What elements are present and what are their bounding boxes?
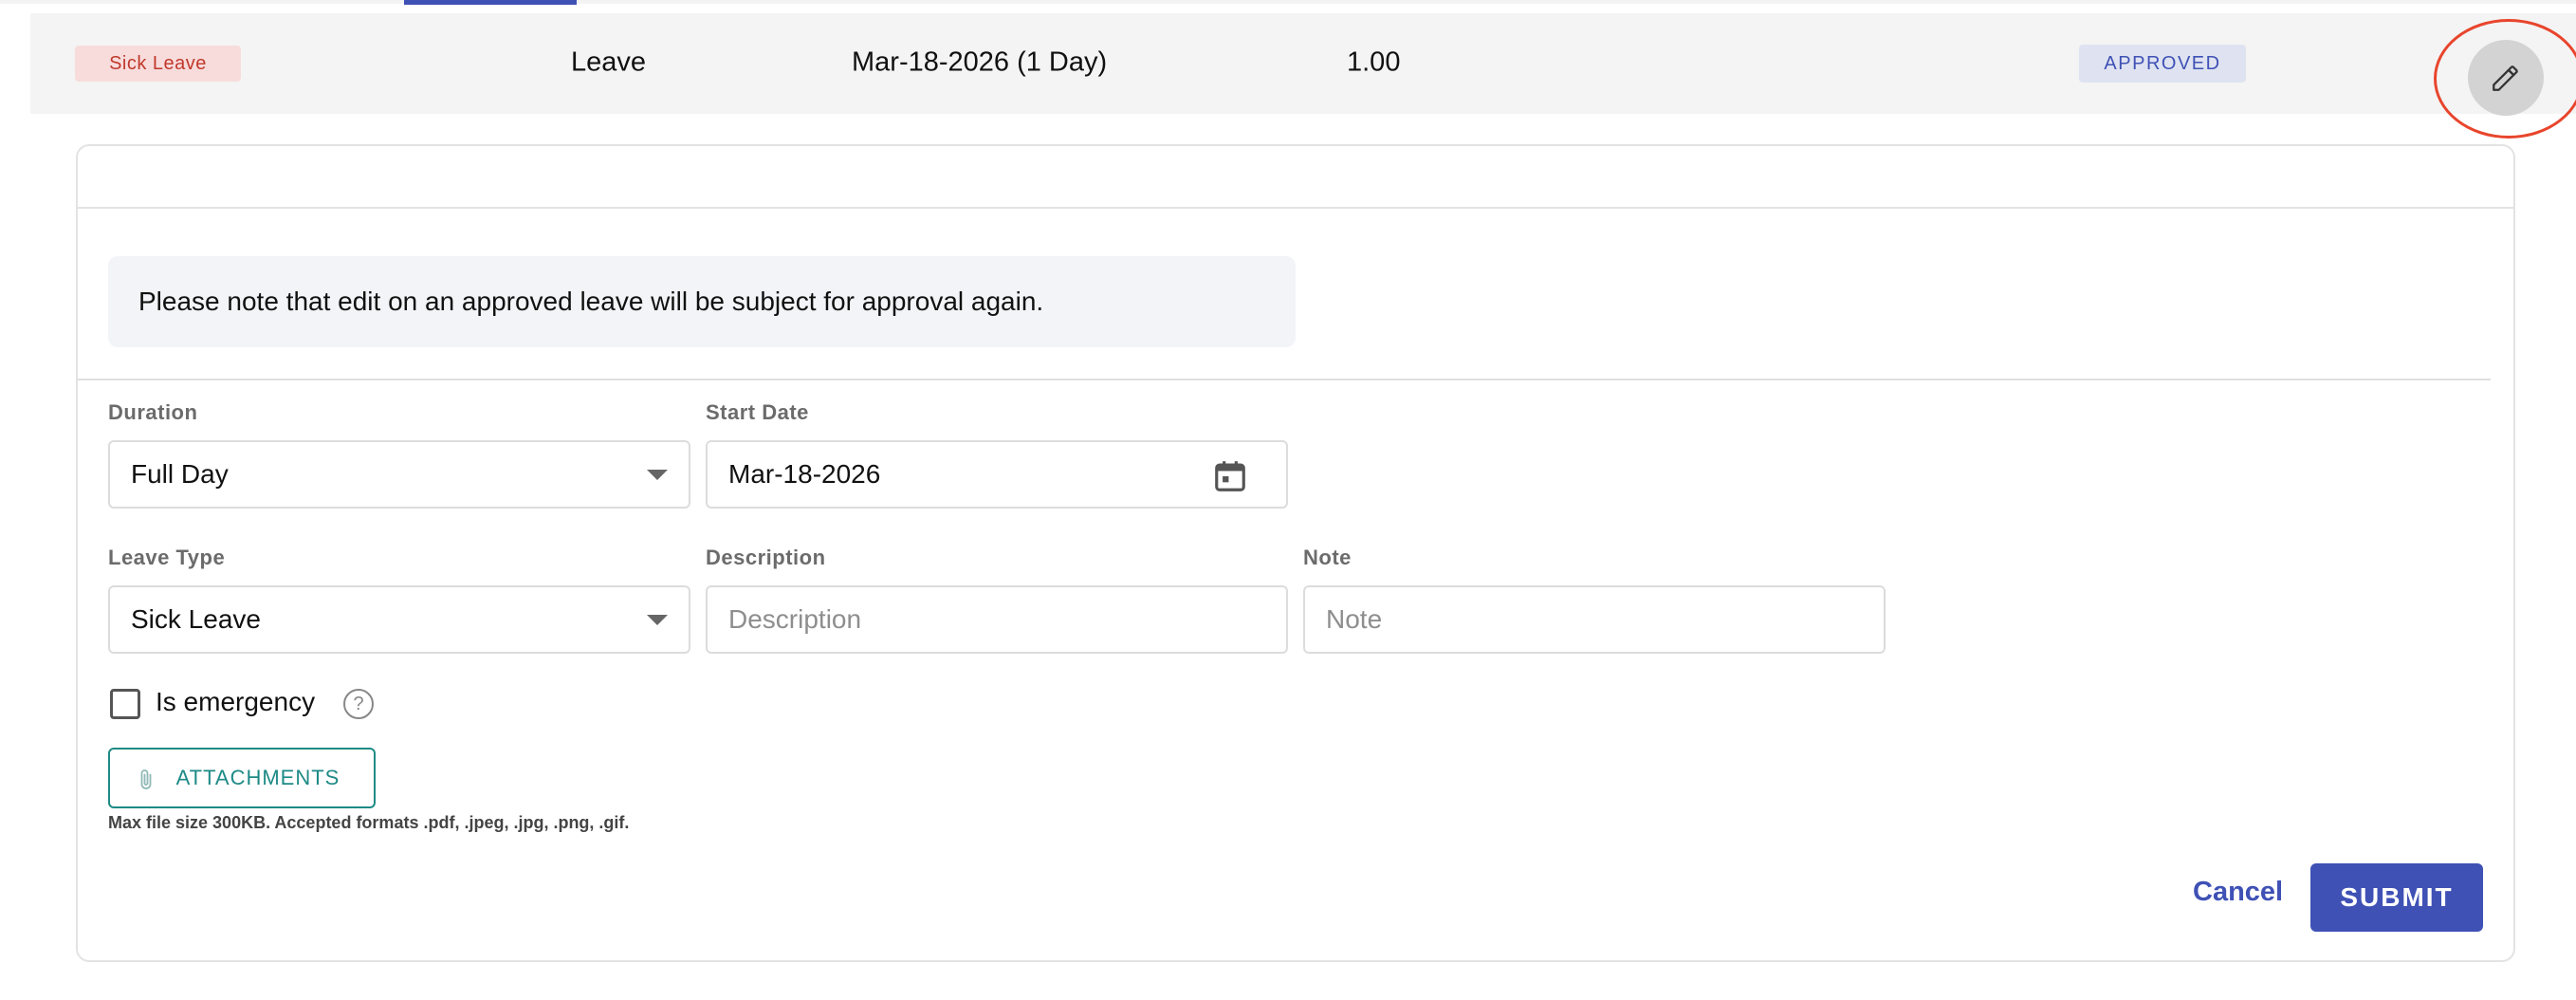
edit-button[interactable] bbox=[2468, 40, 2544, 116]
leave-type-badge: Sick Leave bbox=[75, 46, 241, 82]
leave-days: 1.00 bbox=[1347, 46, 1401, 78]
top-divider bbox=[0, 0, 2576, 4]
start-date-value: Mar-18-2026 bbox=[728, 459, 881, 489]
attachments-button[interactable]: ATTACHMENTS bbox=[108, 748, 376, 808]
cancel-button[interactable]: Cancel bbox=[2193, 877, 2283, 908]
paperclip-icon bbox=[140, 769, 152, 789]
approval-notice: Please note that edit on an approved lea… bbox=[108, 256, 1296, 347]
description-label: Description bbox=[706, 546, 826, 569]
start-date-field[interactable]: Mar-18-2026 bbox=[706, 440, 1288, 509]
status-badge: APPROVED bbox=[2079, 45, 2246, 83]
leave-date-range: Mar-18-2026 (1 Day) bbox=[852, 46, 1108, 78]
emergency-checkbox[interactable] bbox=[110, 689, 140, 719]
emergency-label[interactable]: Is emergency bbox=[156, 687, 315, 717]
pencil-icon bbox=[2493, 65, 2518, 91]
calendar-icon[interactable] bbox=[1212, 457, 1248, 495]
start-date-label: Start Date bbox=[706, 400, 809, 424]
active-tab-indicator bbox=[404, 0, 577, 5]
leave-row[interactable]: Sick Leave Leave Mar-18-2026 (1 Day) 1.0… bbox=[30, 13, 2576, 139]
attachments-hint: Max file size 300KB. Accepted formats .p… bbox=[108, 813, 630, 832]
duration-label: Duration bbox=[108, 400, 198, 424]
leave-type-select[interactable]: Sick Leave bbox=[108, 585, 690, 654]
chevron-down-icon bbox=[647, 615, 668, 625]
attachments-label: ATTACHMENTS bbox=[175, 766, 340, 789]
submit-button[interactable]: SUBMIT bbox=[2310, 863, 2483, 932]
note-input[interactable]: Note bbox=[1303, 585, 1886, 654]
description-input[interactable]: Description bbox=[706, 585, 1288, 654]
card-header-divider bbox=[78, 207, 2513, 209]
leave-category: Leave bbox=[571, 46, 647, 78]
help-icon[interactable]: ? bbox=[343, 689, 374, 719]
note-label: Note bbox=[1303, 546, 1352, 569]
duration-value: Full Day bbox=[131, 459, 229, 489]
chevron-down-icon bbox=[647, 470, 668, 480]
leave-type-value: Sick Leave bbox=[131, 604, 261, 634]
duration-select[interactable]: Full Day bbox=[108, 440, 690, 509]
page: Sick Leave Leave Mar-18-2026 (1 Day) 1.0… bbox=[0, 0, 2576, 1000]
edit-leave-card: Please note that edit on an approved lea… bbox=[76, 144, 2515, 962]
section-divider bbox=[78, 379, 2491, 380]
leave-type-label: Leave Type bbox=[108, 546, 226, 569]
